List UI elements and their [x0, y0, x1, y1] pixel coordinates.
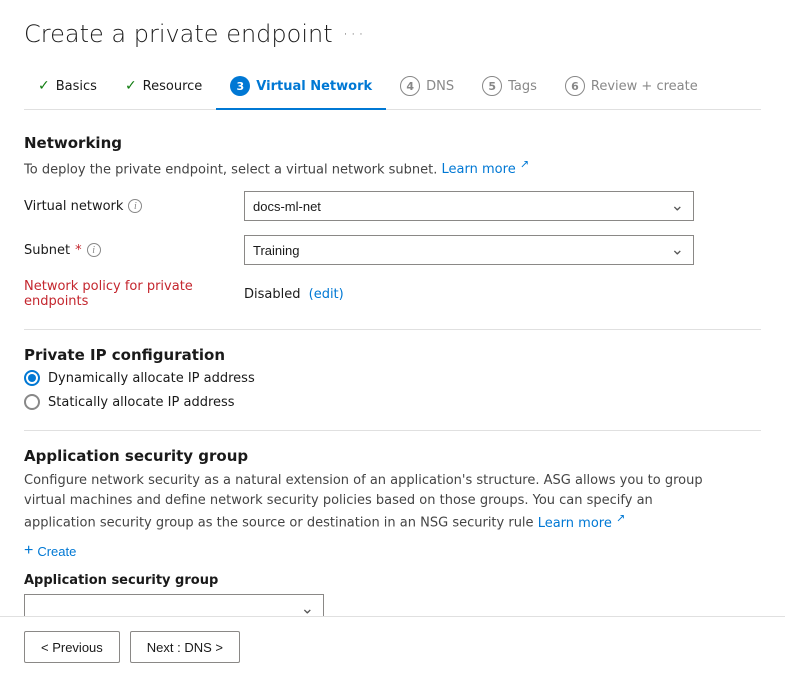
network-policy-label: Network policy for private endpoints [24, 279, 244, 309]
step-number-circle: 3 [230, 76, 250, 96]
step-number-circle: 6 [565, 76, 585, 96]
asg-section: Application security group Configure net… [24, 447, 761, 624]
networking-subtitle: To deploy the private endpoint, select a… [24, 158, 761, 177]
create-asg-button[interactable]: + Create [24, 543, 76, 559]
virtual-network-row: Virtual network i docs-ml-net [24, 191, 761, 221]
step-number-circle: 4 [400, 76, 420, 96]
virtual-network-select-wrapper: docs-ml-net [244, 191, 694, 221]
subnet-select-wrapper: Training [244, 235, 694, 265]
page-title: Create a private endpoint [24, 20, 333, 48]
previous-button[interactable]: < Previous [24, 631, 120, 663]
step-basics[interactable]: ✓ Basics [24, 70, 111, 108]
radio-dynamic[interactable]: Dynamically allocate IP address [24, 370, 761, 386]
step-dns-label: DNS [426, 79, 454, 94]
info-icon[interactable]: i [87, 243, 101, 257]
info-icon[interactable]: i [128, 199, 142, 213]
step-tags-label: Tags [508, 79, 537, 94]
section-divider-2 [24, 430, 761, 431]
external-link-icon: ↗ [520, 158, 529, 171]
footer: < Previous Next : DNS > [0, 616, 785, 677]
step-virtual-network-label: Virtual Network [256, 79, 372, 94]
ip-config-title: Private IP configuration [24, 346, 761, 364]
step-virtual-network[interactable]: 3 Virtual Network [216, 68, 386, 110]
radio-static[interactable]: Statically allocate IP address [24, 394, 761, 410]
subnet-label: Subnet [24, 243, 70, 258]
plus-icon: + [24, 543, 33, 559]
checkmark-icon: ✓ [125, 78, 137, 94]
radio-dynamic-button[interactable] [24, 370, 40, 386]
virtual-network-select[interactable]: docs-ml-net [244, 191, 694, 221]
wizard-steps: ✓ Basics ✓ Resource 3 Virtual Network 4 … [24, 68, 761, 110]
subnet-select[interactable]: Training [244, 235, 694, 265]
required-marker: * [75, 243, 82, 258]
page-title-ellipsis: ··· [343, 24, 366, 45]
asg-title: Application security group [24, 447, 761, 465]
asg-dropdown-label: Application security group [24, 573, 761, 588]
asg-learn-more-link[interactable]: Learn more ↗ [538, 516, 626, 531]
network-policy-row: Network policy for private endpoints Dis… [24, 279, 761, 309]
external-link-icon: ↗ [616, 511, 625, 524]
networking-section: Networking To deploy the private endpoin… [24, 134, 761, 309]
section-divider [24, 329, 761, 330]
ip-config-section: Private IP configuration Dynamically all… [24, 346, 761, 410]
radio-static-button[interactable] [24, 394, 40, 410]
step-tags[interactable]: 5 Tags [468, 68, 551, 110]
step-dns[interactable]: 4 DNS [386, 68, 468, 110]
network-policy-value: Disabled [244, 287, 300, 302]
network-policy-edit-link[interactable]: (edit) [309, 287, 344, 302]
networking-title: Networking [24, 134, 761, 152]
asg-description: Configure network security as a natural … [24, 471, 704, 533]
radio-dynamic-label: Dynamically allocate IP address [48, 371, 255, 386]
checkmark-icon: ✓ [38, 78, 50, 94]
next-button[interactable]: Next : DNS > [130, 631, 240, 663]
step-review-label: Review + create [591, 79, 698, 94]
step-basics-label: Basics [56, 79, 97, 94]
step-resource-label: Resource [143, 79, 203, 94]
radio-static-label: Statically allocate IP address [48, 395, 235, 410]
virtual-network-label: Virtual network [24, 199, 123, 214]
step-number-circle: 5 [482, 76, 502, 96]
step-resource[interactable]: ✓ Resource [111, 70, 216, 108]
subnet-row: Subnet * i Training [24, 235, 761, 265]
step-review[interactable]: 6 Review + create [551, 68, 712, 110]
learn-more-link[interactable]: Learn more ↗ [442, 162, 530, 177]
